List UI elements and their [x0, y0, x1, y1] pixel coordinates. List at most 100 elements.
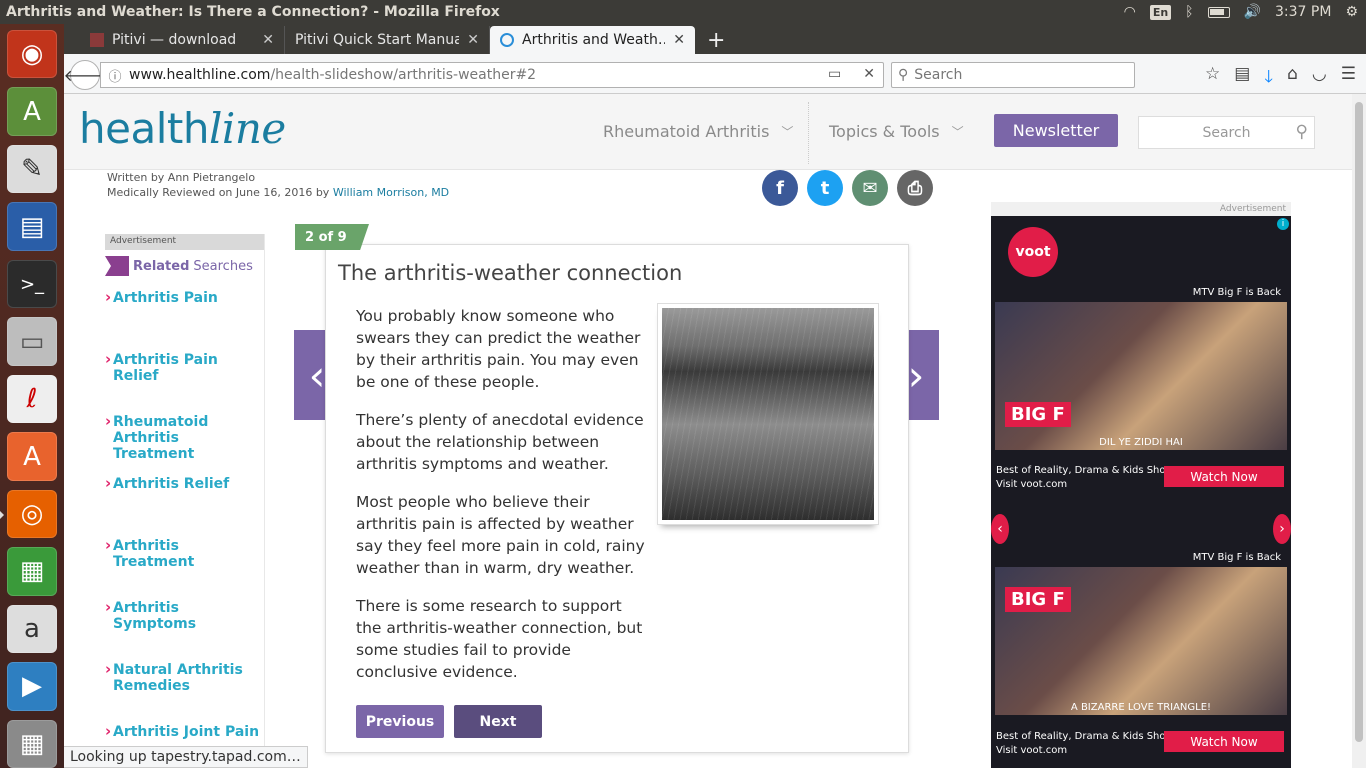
bigf-logo: BIG F	[1005, 402, 1071, 427]
libreoffice-writer-icon[interactable]: ▤	[7, 202, 57, 251]
stop-loading-icon[interactable]: ✕	[863, 66, 875, 82]
right-advertisement[interactable]: Advertisement i voot MTV Big F is Back B…	[991, 202, 1291, 768]
tab-close-icon[interactable]: ✕	[673, 32, 685, 48]
ad-panel[interactable]: MTV Big F is Back BIG F A BIZARRE LOVE T…	[995, 549, 1287, 715]
web-content: healthline Rheumatoid Arthritis ﹀ Topics…	[64, 94, 1352, 768]
related-link[interactable]: Arthritis Symptoms	[105, 599, 265, 632]
software-center-icon[interactable]: A	[7, 432, 57, 481]
tab-pitivi-download[interactable]: Pitivi — download ✕	[80, 26, 285, 54]
newsletter-button[interactable]: Newsletter	[994, 114, 1118, 147]
search-icon[interactable]: ⚲	[1296, 122, 1308, 142]
related-link[interactable]: Arthritis Relief	[105, 475, 265, 492]
firefox-icon[interactable]: ◎	[0, 489, 57, 539]
rainy-street-photo	[657, 303, 879, 525]
tab-arthritis-weather[interactable]: Arthritis and Weath… ✕	[490, 26, 695, 54]
searches-label: Searches	[193, 258, 253, 274]
browser-search-field[interactable]: ⚲ Search	[891, 62, 1135, 88]
ad-promo-text: Best of Reality, Drama & Kids Shows Visi…	[996, 730, 1179, 758]
page-scrollbar[interactable]	[1352, 94, 1366, 768]
watch-now-button[interactable]: Watch Now	[1164, 466, 1284, 487]
nav-rheumatoid-arthritis[interactable]: Rheumatoid Arthritis ﹀	[603, 122, 793, 141]
related-link[interactable]: Arthritis Pain	[105, 289, 265, 306]
document-viewer-icon[interactable]: ℓ	[7, 374, 57, 424]
related-link[interactable]: Rheumatoid Arthritis Treatment	[105, 413, 265, 462]
ubuntu-dash-icon[interactable]: ◉	[7, 30, 57, 79]
text-editor-icon[interactable]: ✎	[7, 144, 57, 194]
related-link[interactable]: Arthritis Treatment	[105, 537, 265, 570]
system-top-bar: Arthritis and Weather: Is There a Connec…	[0, 0, 1366, 24]
watch-now-button[interactable]: Watch Now	[1164, 731, 1284, 752]
ad-info-icon[interactable]: i	[1277, 218, 1289, 230]
ad-promo-line: Visit voot.com	[996, 745, 1068, 756]
reviewer-link[interactable]: William Morrison, MD	[333, 186, 449, 199]
volume-icon[interactable]: 🔊	[1244, 4, 1261, 20]
toolbar-icons: ☆ ▤ 🡓 ⌂ ◡ ☰	[1205, 64, 1366, 93]
related-link[interactable]: Natural Arthritis Remedies	[105, 661, 265, 694]
workspaces-icon[interactable]: ▦	[7, 719, 57, 768]
slide-paragraph: You probably know someone who swears the…	[356, 307, 641, 391]
home-icon[interactable]: ⌂	[1287, 64, 1298, 93]
twitter-share-icon[interactable]: t	[807, 170, 843, 206]
nav-label: Topics & Tools	[829, 122, 940, 141]
logo-text-line: line	[208, 104, 286, 153]
new-tab-button[interactable]: +	[695, 26, 737, 54]
related-link[interactable]: Arthritis Joint Pain	[105, 723, 265, 740]
battery-icon[interactable]	[1207, 6, 1230, 18]
bluetooth-icon[interactable]: ᛒ	[1185, 4, 1193, 20]
bigf-logo: BIG F	[1005, 587, 1071, 612]
tab-label: Pitivi Quick Start Manual	[295, 32, 460, 48]
ad-prev-arrow-icon[interactable]: ‹	[991, 514, 1009, 544]
author-line: Written by Ann Pietrangelo	[107, 171, 256, 184]
amazon-icon[interactable]: a	[7, 604, 57, 654]
back-button[interactable]: 🡐	[64, 60, 106, 90]
ad-image-caption: DIL YE ZIDDI HAI	[1099, 437, 1183, 448]
reader-view-icon[interactable]: ▭	[828, 66, 841, 82]
url-bar[interactable]: ⓘ www.healthline.com /health-slideshow/a…	[100, 62, 884, 88]
ad-panel-label: MTV Big F is Back	[1192, 552, 1281, 563]
navigation-toolbar: 🡐 ⓘ www.healthline.com /health-slideshow…	[64, 54, 1366, 94]
pocket-icon[interactable]: ◡	[1312, 64, 1327, 93]
previous-button[interactable]: Previous	[356, 705, 444, 738]
tab-pitivi-manual[interactable]: Pitivi Quick Start Manual ✕	[285, 26, 490, 54]
nav-topics-tools[interactable]: Topics & Tools ﹀	[829, 122, 964, 141]
keyboard-layout-indicator[interactable]: En	[1149, 4, 1172, 20]
tab-close-icon[interactable]: ✕	[467, 32, 479, 48]
site-header: healthline Rheumatoid Arthritis ﹀ Topics…	[64, 94, 1352, 170]
email-share-icon[interactable]: ✉	[852, 170, 888, 206]
ribbon-flag-icon	[105, 256, 129, 276]
next-button[interactable]: Next	[454, 705, 542, 738]
slide-title: The arthritis-weather connection	[338, 261, 683, 285]
ad-next-arrow-icon[interactable]: ›	[1273, 514, 1291, 544]
wifi-icon[interactable]: ◠	[1124, 4, 1136, 20]
status-bar: Looking up tapestry.tapad.com…	[64, 746, 308, 768]
android-studio-icon[interactable]: A	[7, 87, 57, 136]
menu-icon[interactable]: ☰	[1341, 64, 1356, 93]
logo-text-health: health	[79, 104, 209, 153]
voot-logo-text: voot	[1008, 227, 1058, 277]
unity-launcher: ◉ A ✎ ▤ >_ ▭ ℓ A ◎ ▦ a ▶ ▦	[0, 24, 64, 768]
bookmark-star-icon[interactable]: ☆	[1205, 64, 1220, 93]
ad-promo-line: Best of Reality, Drama & Kids Shows	[996, 731, 1179, 742]
files-icon[interactable]: ▭	[7, 317, 57, 366]
remmina-icon[interactable]: ▶	[7, 662, 57, 711]
site-info-icon[interactable]: ⓘ	[101, 66, 129, 85]
ad-promo-text: Best of Reality, Drama & Kids Shows Visi…	[996, 464, 1179, 492]
clock[interactable]: 3:37 PM	[1275, 4, 1331, 20]
scrollbar-thumb[interactable]	[1355, 102, 1363, 742]
url-path: /health-slideshow/arthritis-weather#2	[270, 67, 537, 83]
healthline-logo[interactable]: healthline	[79, 104, 286, 153]
print-icon[interactable]: ⎙	[897, 170, 933, 206]
related-link[interactable]: Arthritis Pain Relief	[105, 351, 265, 384]
libreoffice-calc-icon[interactable]: ▦	[7, 547, 57, 596]
url-domain: www.healthline.com	[129, 67, 271, 83]
facebook-share-icon[interactable]: f	[762, 170, 798, 206]
downloads-icon[interactable]: 🡓	[1264, 64, 1273, 93]
terminal-icon[interactable]: >_	[7, 259, 57, 309]
settings-gear-icon[interactable]: ⚙	[1345, 4, 1358, 20]
loading-spinner-icon	[500, 33, 514, 47]
tab-close-icon[interactable]: ✕	[262, 32, 274, 48]
ad-panel[interactable]: MTV Big F is Back BIG F DIL YE ZIDDI HAI	[995, 284, 1287, 450]
site-search-input[interactable]: Search ⚲	[1138, 116, 1315, 149]
bookmarks-library-icon[interactable]: ▤	[1234, 64, 1250, 93]
voot-logo[interactable]: voot	[1001, 226, 1065, 278]
